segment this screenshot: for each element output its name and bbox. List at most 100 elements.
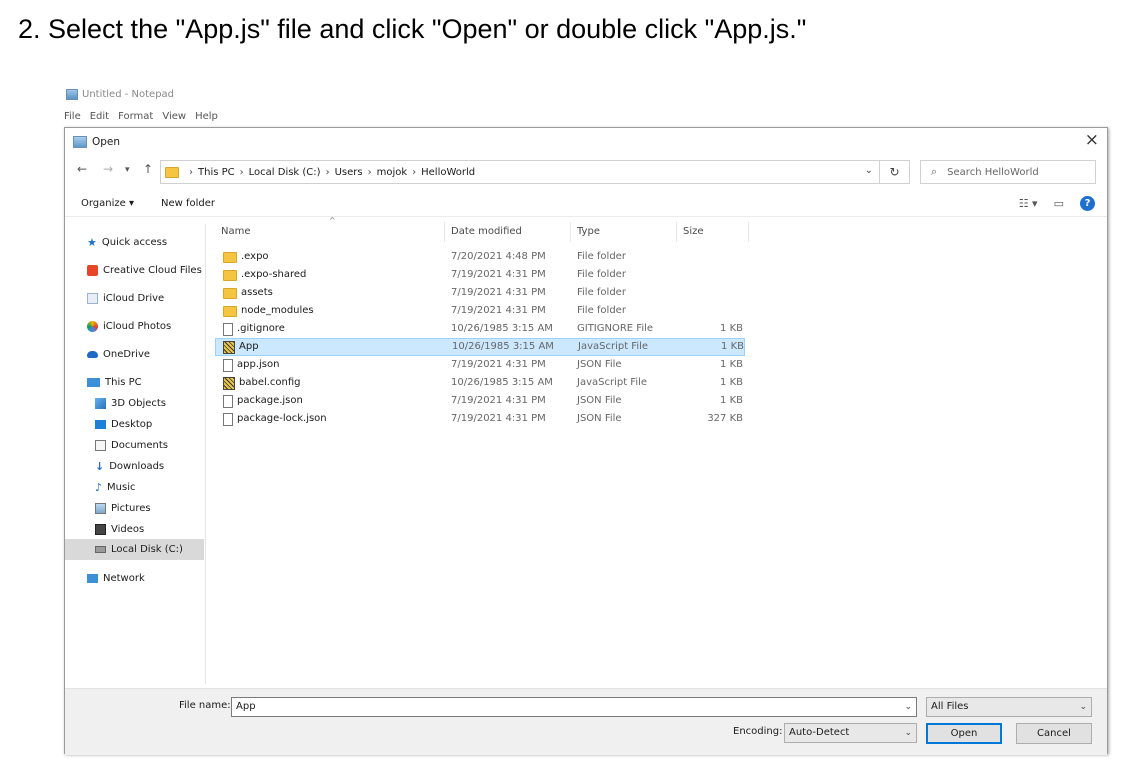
chevron-down-icon[interactable]: ⌄	[865, 165, 873, 176]
cube-icon	[95, 398, 106, 409]
sidebar-item-downloads[interactable]: ↓ Downloads	[95, 456, 164, 477]
breadcrumb-mojok[interactable]: mojok	[377, 167, 408, 178]
menu-file[interactable]: File	[64, 111, 81, 122]
file-icon	[223, 394, 233, 408]
folder-icon	[165, 166, 179, 178]
file-row-babel-config[interactable]: babel.config 10/26/1985 3:15 AM JavaScri…	[215, 374, 745, 392]
column-header-name[interactable]: Name	[215, 222, 445, 242]
download-icon: ↓	[95, 460, 105, 473]
breadcrumb-this-pc[interactable]: This PC	[198, 167, 235, 178]
notepad-icon	[73, 136, 87, 148]
navigation-pane: ★ Quick access Creative Cloud Files iClo…	[65, 224, 206, 684]
encoding-select[interactable]: Auto-Detect ⌄	[784, 723, 917, 743]
file-icon	[223, 358, 233, 372]
new-folder-button[interactable]: New folder	[161, 198, 215, 209]
star-icon: ★	[87, 236, 97, 249]
file-row-node-modules[interactable]: node_modules 7/19/2021 4:31 PM File fold…	[215, 302, 745, 320]
toolbar: Organize ▾ New folder ☷ ▾ ▭ ?	[65, 192, 1107, 217]
network-icon	[87, 574, 98, 583]
notepad-menu: File Edit Format View Help	[64, 111, 218, 122]
refresh-icon[interactable]: ↻	[880, 160, 910, 184]
dialog-title-text: Open	[92, 136, 121, 148]
sidebar-item-videos[interactable]: Videos	[95, 519, 144, 540]
sidebar-item-local-disk[interactable]: Local Disk (C:)	[65, 539, 204, 560]
back-arrow-icon[interactable]: ←	[77, 162, 87, 176]
sidebar-item-3d-objects[interactable]: 3D Objects	[95, 393, 166, 414]
computer-icon	[87, 378, 100, 387]
javascript-file-icon	[223, 340, 235, 354]
sidebar-item-icloud-photos[interactable]: iCloud Photos	[87, 316, 171, 337]
recent-locations-icon[interactable]: ▾	[125, 165, 130, 175]
breadcrumb-helloworld[interactable]: HelloWorld	[421, 167, 475, 178]
sidebar-item-desktop[interactable]: Desktop	[95, 414, 152, 435]
sidebar-item-music[interactable]: ♪ Music	[95, 477, 135, 498]
organize-button[interactable]: Organize ▾	[81, 198, 134, 209]
file-icon	[223, 322, 233, 336]
file-row-package-json[interactable]: package.json 7/19/2021 4:31 PM JSON File…	[215, 392, 745, 410]
file-name-label: File name:	[179, 700, 231, 711]
dialog-footer: File name: App ⌄ All Files ⌄ Encoding: A…	[65, 688, 1107, 755]
open-dialog: Open × ← → ▾ ↑ › This PC › Local Disk (C…	[64, 127, 1108, 755]
sidebar-item-creative-cloud[interactable]: Creative Cloud Files	[87, 260, 202, 281]
file-row-gitignore[interactable]: .gitignore 10/26/1985 3:15 AM GITIGNORE …	[215, 320, 745, 338]
address-bar[interactable]: › This PC › Local Disk (C:) › Users › mo…	[160, 160, 880, 184]
menu-format[interactable]: Format	[118, 111, 153, 122]
column-header-date[interactable]: Date modified	[445, 222, 571, 242]
view-options-icon[interactable]: ☷ ▾	[1019, 197, 1038, 210]
forward-arrow-icon[interactable]: →	[103, 162, 113, 176]
folder-icon	[223, 287, 237, 299]
icloud-photos-icon	[87, 321, 98, 332]
sidebar-item-network[interactable]: Network	[87, 568, 145, 589]
sidebar-item-quick-access[interactable]: ★ Quick access	[87, 232, 167, 253]
file-row-app-json[interactable]: app.json 7/19/2021 4:31 PM JSON File 1 K…	[215, 356, 745, 374]
file-type-select[interactable]: All Files ⌄	[926, 697, 1092, 717]
breadcrumb-users[interactable]: Users	[335, 167, 363, 178]
chevron-down-icon[interactable]: ⌄	[1079, 698, 1087, 716]
column-header-size[interactable]: Size	[677, 222, 749, 242]
chevron-down-icon[interactable]: ⌄	[904, 698, 912, 716]
creative-cloud-icon	[87, 265, 98, 276]
sidebar-item-this-pc[interactable]: This PC	[87, 372, 142, 393]
file-row-app-selected[interactable]: App 10/26/1985 3:15 AM JavaScript File 1…	[215, 338, 745, 356]
file-row-package-lock-json[interactable]: package-lock.json 7/19/2021 4:31 PM JSON…	[215, 410, 745, 428]
notepad-icon	[66, 89, 78, 100]
sidebar-item-onedrive[interactable]: OneDrive	[87, 344, 150, 365]
open-button[interactable]: Open	[926, 723, 1002, 744]
music-icon: ♪	[95, 481, 103, 494]
file-row-expo-shared[interactable]: .expo-shared 7/19/2021 4:31 PM File fold…	[215, 266, 745, 284]
menu-view[interactable]: View	[162, 111, 186, 122]
cloud-icon	[87, 351, 98, 358]
search-input[interactable]: ⌕ Search HelloWorld	[920, 160, 1096, 184]
chevron-down-icon[interactable]: ⌄	[904, 724, 912, 742]
encoding-label: Encoding:	[733, 726, 783, 737]
notepad-title: Untitled - Notepad	[66, 89, 174, 100]
icloud-drive-icon	[87, 293, 98, 304]
sidebar-item-icloud-drive[interactable]: iCloud Drive	[87, 288, 164, 309]
file-icon	[223, 412, 233, 426]
video-icon	[95, 524, 106, 535]
folder-icon	[223, 269, 237, 281]
dialog-title: Open	[73, 136, 120, 148]
instruction-text: 2. Select the "App.js" file and click "O…	[18, 14, 807, 44]
menu-edit[interactable]: Edit	[90, 111, 109, 122]
picture-icon	[95, 503, 106, 514]
drive-icon	[95, 546, 106, 553]
file-name-input[interactable]: App ⌄	[231, 697, 917, 717]
column-header-type[interactable]: Type	[571, 222, 677, 242]
javascript-file-icon	[223, 376, 235, 390]
up-arrow-icon[interactable]: ↑	[143, 162, 153, 176]
document-icon	[95, 440, 106, 451]
preview-pane-icon[interactable]: ▭	[1054, 197, 1064, 210]
file-row-assets[interactable]: assets 7/19/2021 4:31 PM File folder	[215, 284, 745, 302]
sidebar-item-pictures[interactable]: Pictures	[95, 498, 151, 519]
cancel-button[interactable]: Cancel	[1016, 723, 1092, 744]
desktop-icon	[95, 420, 106, 429]
breadcrumb-local-disk[interactable]: Local Disk (C:)	[249, 167, 321, 178]
file-row-expo[interactable]: .expo 7/20/2021 4:48 PM File folder	[215, 248, 745, 266]
menu-help[interactable]: Help	[195, 111, 218, 122]
search-placeholder: Search HelloWorld	[947, 166, 1039, 178]
sidebar-item-documents[interactable]: Documents	[95, 435, 168, 456]
help-icon[interactable]: ?	[1080, 196, 1095, 211]
close-icon[interactable]: ×	[1085, 130, 1099, 150]
search-icon: ⌕	[931, 165, 938, 178]
